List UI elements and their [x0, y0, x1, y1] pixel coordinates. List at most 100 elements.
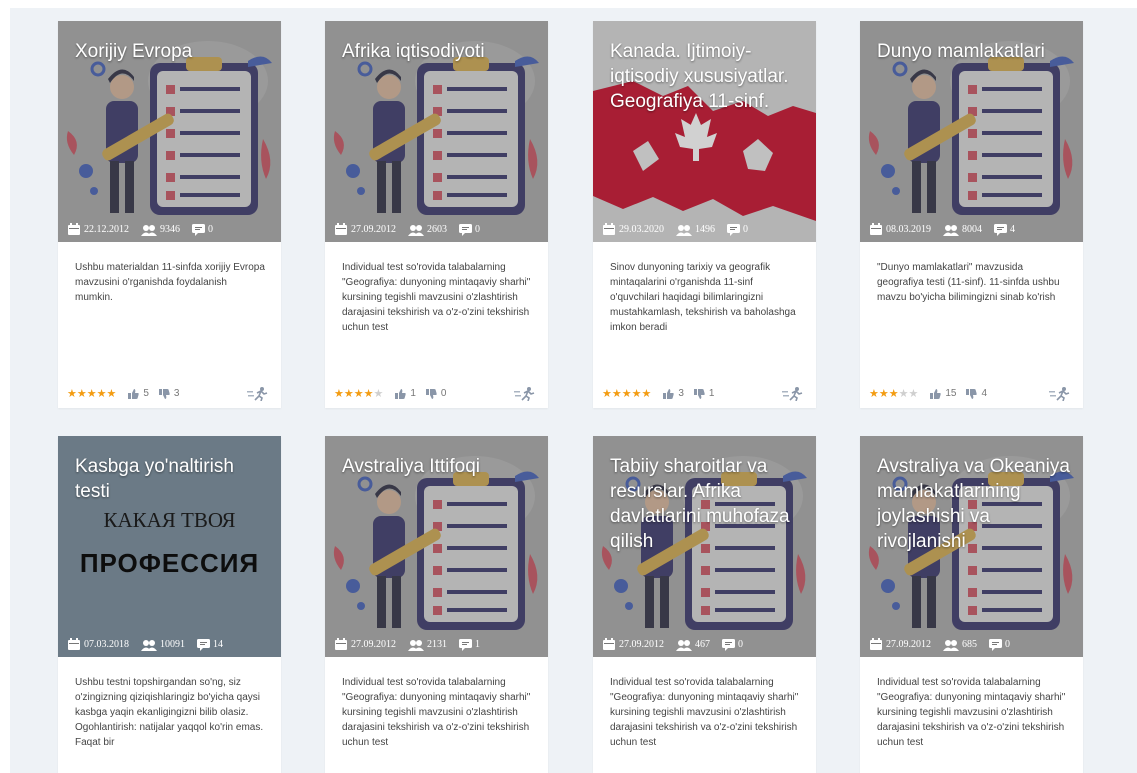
card-description: Individual test so'rovida talabalarning …	[342, 677, 531, 748]
card-comments: 1	[475, 639, 480, 650]
card-meta: 08.03.2019 8004 4	[869, 223, 1027, 236]
test-card[interactable]: Avstraliya Ittifoqi 27.09.2012 2131 1 In…	[325, 436, 548, 773]
card-footer: ★★★★★ 1 0	[325, 379, 548, 408]
card-comments: 0	[738, 639, 743, 650]
card-date: 27.09.2012	[619, 639, 664, 650]
card-comments: 0	[475, 224, 480, 235]
card-thumbnail[interactable]: Tabiiy sharoitlar va resurslar. Afrika d…	[593, 436, 816, 657]
card-description: "Dunyo mamlakatlari" mavzusida geografiy…	[877, 262, 1060, 303]
likes-count: 5	[143, 388, 149, 399]
run-test-icon[interactable]	[247, 387, 269, 401]
likes-count: 15	[945, 388, 957, 399]
likes-count: 3	[678, 388, 684, 399]
test-card[interactable]: Xorijiy Evropa 22.12.2012 9346 0 Ushbu m…	[58, 21, 281, 408]
card-thumbnail[interactable]: Dunyo mamlakatlari 08.03.2019 8004 4	[860, 21, 1083, 242]
comment-icon	[989, 638, 1002, 651]
thumbs-down-icon[interactable]	[425, 388, 437, 399]
card-title[interactable]: Afrika iqtisodiyoti	[342, 39, 536, 64]
run-test-icon[interactable]	[1049, 387, 1071, 401]
test-card[interactable]: Dunyo mamlakatlari 08.03.2019 8004 4 "Du…	[860, 21, 1083, 408]
image-caption-top: КАКАЯ ТВОЯ	[103, 508, 236, 532]
card-comments: 0	[1005, 639, 1010, 650]
calendar-icon	[335, 638, 347, 650]
test-card[interactable]: Kanada. Ijtimoiy-iqtisodiy xususiyatlar.…	[593, 21, 816, 408]
dislikes-count: 3	[173, 388, 180, 399]
run-test-icon[interactable]	[782, 387, 804, 401]
dislikes-count: 4	[981, 388, 988, 399]
image-caption-bottom: ПРОФЕССИЯ	[79, 548, 260, 578]
thumbs-up-icon[interactable]	[663, 388, 674, 399]
thumbs-down-icon[interactable]	[966, 388, 978, 399]
comment-icon	[722, 638, 735, 651]
card-meta: 22.12.2012 9346 0	[67, 223, 225, 236]
users-icon	[943, 224, 959, 236]
users-icon	[141, 639, 157, 651]
run-test-icon[interactable]	[514, 387, 536, 401]
rating-stars: ★★★★★	[67, 388, 117, 400]
users-icon	[676, 224, 692, 236]
card-description: Sinov dunyoning tarixiy va geografik min…	[610, 262, 796, 333]
card-thumbnail[interactable]: Afrika iqtisodiyoti 27.09.2012 2603 0	[325, 21, 548, 242]
users-icon	[943, 639, 959, 651]
test-card[interactable]: Avstraliya va Okeaniya mamlakatlarining …	[860, 436, 1083, 773]
card-title[interactable]: Xorijiy Evropa	[75, 39, 269, 64]
thumbs-up-icon[interactable]	[395, 388, 406, 399]
card-thumbnail[interactable]: Avstraliya Ittifoqi 27.09.2012 2131 1	[325, 436, 548, 657]
card-date: 29.03.2020	[619, 224, 664, 235]
thumbs-up-icon[interactable]	[128, 388, 139, 399]
card-thumbnail[interactable]: Kanada. Ijtimoiy-iqtisodiy xususiyatlar.…	[593, 21, 816, 242]
rating-stars: ★★★★★	[869, 388, 919, 400]
card-description: Individual test so'rovida talabalarning …	[877, 677, 1066, 748]
card-title[interactable]: Kanada. Ijtimoiy-iqtisodiy xususiyatlar.…	[610, 39, 804, 114]
calendar-icon	[870, 223, 882, 235]
card-description: Individual test so'rovida talabalarning …	[610, 677, 799, 748]
card-meta: 27.09.2012 685 0	[869, 638, 1022, 651]
comment-icon	[459, 638, 472, 651]
card-title[interactable]: Tabiiy sharoitlar va resurslar. Afrika d…	[610, 454, 804, 554]
dislikes-count: 0	[440, 388, 447, 399]
card-date: 27.09.2012	[886, 639, 931, 650]
calendar-icon	[603, 638, 615, 650]
test-card[interactable]: Afrika iqtisodiyoti 27.09.2012 2603 0 In…	[325, 21, 548, 408]
card-views: 467	[695, 639, 710, 650]
card-title[interactable]: Avstraliya Ittifoqi	[342, 454, 536, 479]
card-views: 2603	[427, 224, 447, 235]
card-description: Individual test so'rovida talabalarning …	[342, 262, 531, 333]
comment-icon	[197, 638, 210, 651]
card-thumbnail[interactable]: Kasbga yo'naltirish testi КАКАЯ ТВОЯ ПРО…	[58, 436, 281, 657]
card-comments: 0	[208, 224, 213, 235]
card-footer: ★★★★★ 5 3	[58, 379, 281, 408]
thumbs-down-icon[interactable]	[158, 388, 170, 399]
comment-icon	[192, 223, 205, 236]
thumbs-down-icon[interactable]	[693, 388, 705, 399]
card-date: 27.09.2012	[351, 224, 396, 235]
card-date: 07.03.2018	[84, 639, 129, 650]
card-date: 27.09.2012	[351, 639, 396, 650]
card-title[interactable]: Kasbga yo'naltirish testi	[75, 454, 269, 504]
likes-count: 1	[410, 388, 416, 399]
calendar-icon	[335, 223, 347, 235]
card-views: 1496	[695, 224, 715, 235]
card-title[interactable]: Dunyo mamlakatlari	[877, 39, 1071, 64]
card-meta: 27.09.2012 2603 0	[334, 223, 492, 236]
comment-icon	[994, 223, 1007, 236]
card-comments: 0	[743, 224, 748, 235]
calendar-icon	[870, 638, 882, 650]
thumbs-up-icon[interactable]	[930, 388, 941, 399]
users-icon	[141, 224, 157, 236]
calendar-icon	[68, 638, 80, 650]
card-thumbnail[interactable]: Avstraliya va Okeaniya mamlakatlarining …	[860, 436, 1083, 657]
card-views: 685	[962, 639, 977, 650]
card-views: 10091	[160, 639, 185, 650]
card-date: 22.12.2012	[84, 224, 129, 235]
rating-stars: ★★★★★	[602, 388, 652, 400]
comment-icon	[727, 223, 740, 236]
card-title[interactable]: Avstraliya va Okeaniya mamlakatlarining …	[877, 454, 1071, 554]
card-meta: 29.03.2020 1496 0	[602, 223, 760, 236]
test-card[interactable]: Kasbga yo'naltirish testi КАКАЯ ТВОЯ ПРО…	[58, 436, 281, 773]
card-meta: 07.03.2018 10091 14	[67, 638, 235, 651]
test-card[interactable]: Tabiiy sharoitlar va resurslar. Afrika d…	[593, 436, 816, 773]
card-thumbnail[interactable]: Xorijiy Evropa 22.12.2012 9346 0	[58, 21, 281, 242]
card-views: 2131	[427, 639, 447, 650]
users-icon	[676, 639, 692, 651]
